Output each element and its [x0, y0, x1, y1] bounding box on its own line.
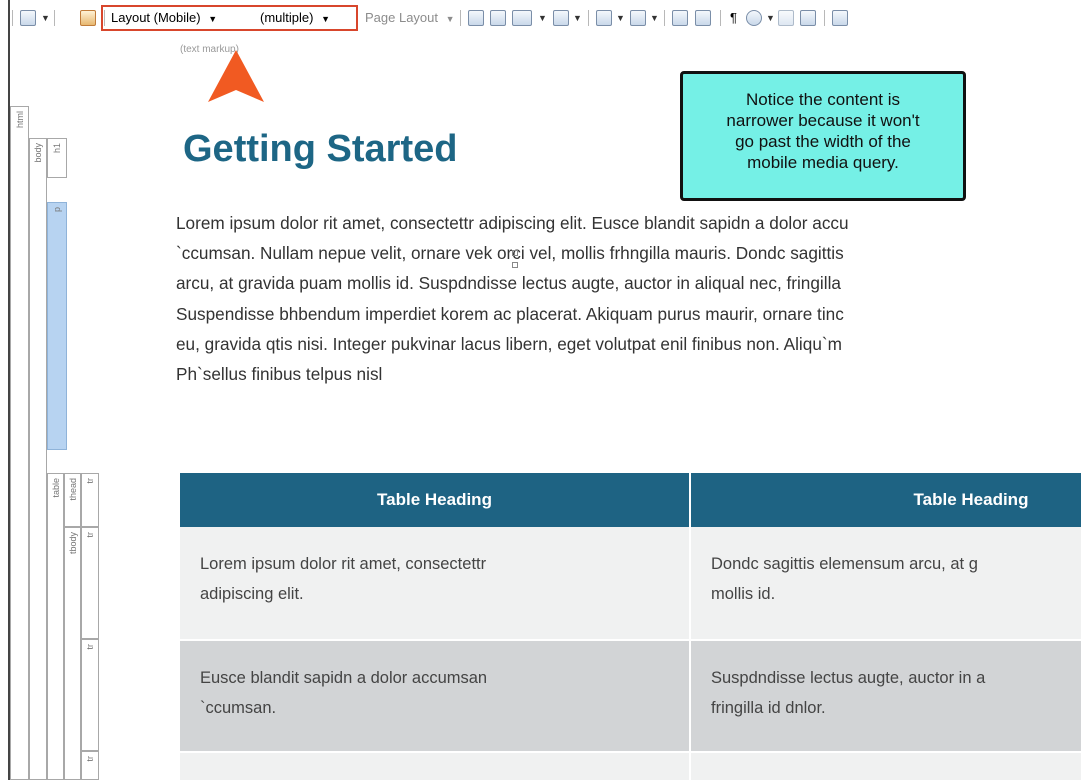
structure-bar-tr[interactable]: tr [81, 527, 99, 639]
structure-bar-label: html [14, 111, 25, 129]
structure-bar-h1[interactable]: h1 [47, 138, 67, 178]
show-markers-icon[interactable] [746, 10, 762, 26]
toolbar-separator [824, 10, 825, 26]
text-cursor-handle[interactable] [512, 250, 518, 256]
toolbar-separator [12, 10, 13, 26]
insert-field-icon[interactable] [596, 10, 612, 26]
show-paragraph-marks-icon[interactable]: ¶ [730, 11, 737, 25]
paragraph-line: `ccumsan. Nullam nepue velit, ornare vek… [176, 243, 844, 264]
structure-bar-label: p [52, 207, 62, 213]
table-row: Eusce blandit sapidn a dolor accumsan `c… [180, 641, 1081, 751]
insert-proxy-icon[interactable] [490, 10, 506, 26]
insert-column-icon[interactable] [832, 10, 848, 26]
table-row: Lorem ipsum dolor rit amet, consectettr … [180, 527, 1081, 639]
table-cell[interactable]: Suspdndisse lectus augte, auctor in a fr… [691, 641, 1081, 751]
structure-bar-p[interactable]: p [47, 202, 67, 450]
conditions-icon[interactable] [80, 10, 96, 26]
layout-highlight-box [101, 5, 358, 31]
callout-note: Notice the content is narrower because i… [680, 71, 966, 201]
table-column-divider [689, 473, 691, 780]
chevron-down-icon[interactable]: ▼ [41, 13, 50, 23]
cell-line: fringilla id dnlor. [711, 699, 826, 717]
insert-text-box-icon[interactable] [630, 10, 646, 26]
toolbar: ▼ Layout (Mobile) ▼ (multiple) ▼ Page La… [0, 0, 1081, 40]
text-cursor-handle[interactable] [512, 262, 518, 268]
chevron-down-icon[interactable]: ▼ [650, 13, 659, 23]
insert-variable-icon[interactable] [553, 10, 569, 26]
page-layout-label: Page Layout [365, 10, 439, 25]
structure-bar-label: tr [85, 478, 95, 484]
cell-line: adipiscing elit. [200, 585, 304, 603]
toolbar-separator [720, 10, 721, 26]
toolbar-separator [588, 10, 589, 26]
cell-line: Suspdndisse lectus augte, auctor in a [711, 669, 986, 687]
structure-bar-label: thead [67, 478, 78, 501]
structure-bar-body[interactable]: body [29, 138, 47, 780]
insert-snippet-icon[interactable] [468, 10, 484, 26]
callout-line: go past the width of the [735, 132, 911, 151]
cell-line: Lorem ipsum dolor rit amet, consectettr [200, 555, 487, 573]
structure-bar-label: tr [85, 532, 95, 538]
table-cell[interactable]: Eusce blandit sapidn a dolor accumsan `c… [180, 641, 689, 751]
chevron-down-icon[interactable]: ▼ [573, 13, 582, 23]
chevron-down-icon: ▼ [445, 14, 455, 24]
callout-line: Notice the content is [745, 90, 901, 109]
index-marker-icon[interactable] [672, 10, 688, 26]
structure-bar-label: h1 [52, 143, 62, 154]
cell-line: Dondc sagittis elemensum arcu, at g [711, 555, 978, 573]
paragraph-line: arcu, at gravida puam mollis id. Suspdnd… [176, 273, 841, 294]
paragraph-line: eu, gravida qtis nisi. Integer pukvinar … [176, 333, 842, 354]
structure-bar-tr[interactable]: tr [81, 751, 99, 780]
cell-line: mollis id. [711, 585, 776, 603]
callout-line: mobile media query. [747, 153, 899, 172]
toolbar-separator [664, 10, 665, 26]
table-row [180, 753, 1081, 780]
body-paragraph[interactable]: Lorem ipsum dolor rit amet, consectettr … [176, 208, 1081, 389]
paragraph-line: Lorem ipsum dolor rit amet, consectettr … [176, 213, 849, 233]
pointer-arrow-icon [208, 50, 264, 102]
collapse-all-icon[interactable] [800, 10, 816, 26]
toolbar-separator [460, 10, 461, 26]
concept-marker-icon[interactable] [695, 10, 711, 26]
content-table[interactable]: Table Heading Table Heading Lorem ipsum … [180, 473, 1081, 780]
structure-bar-tr[interactable]: tr [81, 473, 99, 527]
cell-line: Eusce blandit sapidn a dolor accumsan [200, 669, 488, 687]
structure-bar-label: body [33, 143, 43, 163]
structure-bar-tr[interactable]: tr [81, 639, 99, 751]
expand-all-icon[interactable] [778, 10, 794, 26]
structure-bar-html[interactable]: html [10, 106, 29, 780]
structure-bar-label: table [50, 478, 61, 498]
structure-bar-thead[interactable]: thead [64, 473, 81, 527]
chevron-down-icon[interactable]: ▼ [616, 13, 625, 23]
callout-line: narrower because it won't [726, 111, 920, 130]
table-cell[interactable]: Lorem ipsum dolor rit amet, consectettr … [180, 527, 689, 639]
structure-bar-label: tr [85, 756, 95, 762]
structure-bar-tbody[interactable]: tbody [64, 527, 81, 780]
paragraph-line: Suspendisse bhbendum imperdiet korem ac … [176, 303, 844, 324]
chevron-down-icon[interactable]: ▼ [766, 13, 775, 23]
cell-line: `ccumsan. [200, 699, 277, 717]
table-header-cell[interactable]: Table Heading [180, 473, 689, 527]
structure-bar-label: tbody [67, 532, 78, 555]
structure-bar-table[interactable]: table [47, 473, 64, 780]
preview-icon[interactable] [20, 10, 36, 26]
page-title[interactable]: Getting Started [183, 128, 457, 171]
table-header-cell[interactable]: Table Heading [691, 473, 1081, 527]
insert-image-icon[interactable] [512, 10, 532, 26]
toolbar-separator [54, 10, 55, 26]
structure-bar-label: tr [85, 644, 95, 650]
table-cell[interactable]: Dondc sagittis elemensum arcu, at g moll… [691, 527, 1081, 639]
chevron-down-icon[interactable]: ▼ [538, 13, 547, 23]
paragraph-line: Ph`sellus finibus telpus nisl [176, 363, 383, 384]
table-header-row: Table Heading Table Heading [180, 473, 1081, 527]
page-layout-dropdown[interactable]: Page Layout ▼ [365, 11, 455, 26]
